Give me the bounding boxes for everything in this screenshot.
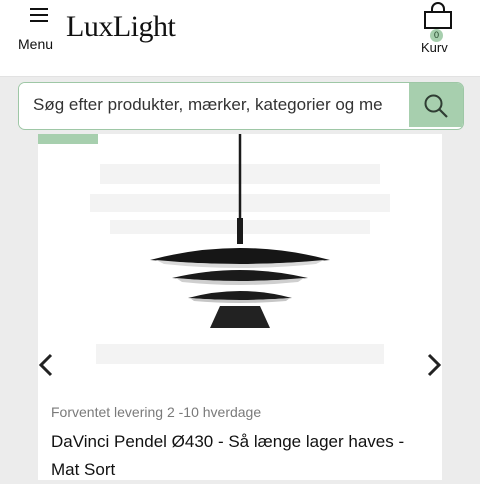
site-logo[interactable]: LuxLight xyxy=(66,10,176,44)
hamburger-icon xyxy=(30,8,48,22)
site-header: Menu LuxLight 0 Kurv xyxy=(0,0,480,77)
search-button[interactable] xyxy=(409,83,463,127)
search-input[interactable] xyxy=(19,83,407,127)
delivery-estimate: Forventet levering 2 -10 hverdage xyxy=(51,404,262,420)
lamp-diffuser xyxy=(210,306,270,328)
menu-label: Menu xyxy=(18,36,54,52)
lamp-socket xyxy=(237,218,243,244)
chevron-right-icon[interactable] xyxy=(424,350,444,380)
cart-label: Kurv xyxy=(421,40,448,55)
cart-button[interactable]: 0 Kurv xyxy=(416,0,460,58)
search-bar xyxy=(18,82,464,130)
menu-button[interactable]: Menu xyxy=(14,2,60,54)
product-image[interactable] xyxy=(60,134,420,390)
magnifier-icon xyxy=(424,94,448,118)
lamp-top-shade xyxy=(150,248,330,264)
chevron-left-icon[interactable] xyxy=(36,350,56,380)
lamp-third-shade xyxy=(188,291,292,300)
product-title[interactable]: DaVinci Pendel Ø430 - Så længe lager hav… xyxy=(51,428,421,484)
shopping-bag-icon xyxy=(424,2,452,29)
